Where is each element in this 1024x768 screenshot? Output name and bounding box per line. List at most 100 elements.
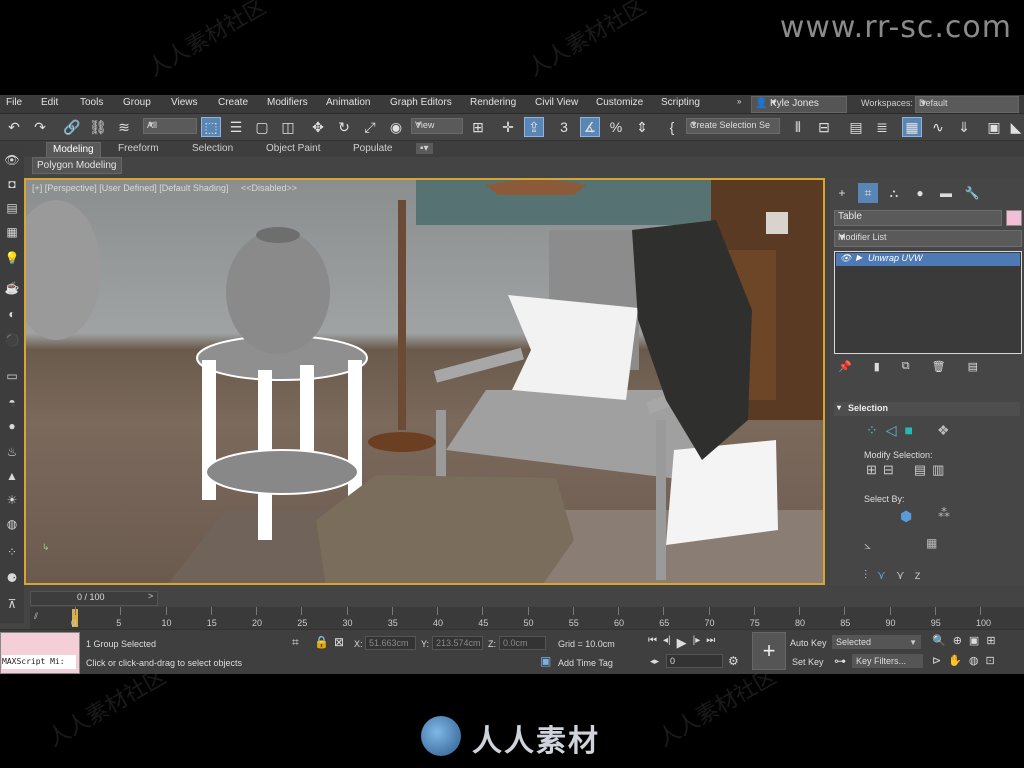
tab-freeform[interactable]: Freeform	[118, 143, 159, 154]
layer-explorer-icon[interactable]: ≣	[872, 117, 892, 137]
z-coord-field[interactable]: 0.0cm	[499, 636, 546, 650]
select-mirror-icon[interactable]: ⋎	[877, 568, 886, 583]
camera-icon[interactable]: ◘	[3, 175, 21, 193]
align-icon[interactable]: ⊟	[814, 117, 834, 137]
timeline-track[interactable]: ⫽ 0 5 10 15 20 25 30 35 40 45 50 55 60 65 70 75 80 85 90 95…	[30, 607, 1024, 629]
undo-icon[interactable]: ↶	[4, 117, 24, 137]
ribbon-toggle-icon[interactable]: ▦	[902, 117, 922, 137]
tab-object-paint[interactable]: Object Paint	[266, 143, 320, 154]
set-key-button[interactable]: Set Key	[792, 657, 824, 667]
expand-arrow-icon[interactable]: ▶	[856, 253, 862, 262]
select-object-icon[interactable]: ⬚	[201, 117, 221, 137]
utilities-tab-icon[interactable]: 🔧	[962, 183, 982, 203]
go-to-start-icon[interactable]: ⏮	[648, 635, 657, 651]
menu-group[interactable]: Group	[123, 97, 151, 108]
isolate-selection-icon[interactable]: ⌗	[292, 635, 299, 650]
go-to-end-icon[interactable]: ⏭	[706, 635, 715, 651]
percent-snap-icon[interactable]: %	[606, 117, 626, 137]
snaps-toggle-icon[interactable]: 3	[554, 117, 574, 137]
create-tab-icon[interactable]: +	[832, 183, 852, 203]
menu-civil-view[interactable]: Civil View	[535, 97, 578, 108]
select-z-icon[interactable]: z	[915, 568, 921, 583]
element-mode-icon[interactable]: ❖	[937, 422, 950, 439]
display-tab-icon[interactable]: ▬	[936, 183, 956, 203]
menu-edit[interactable]: Edit	[41, 97, 58, 108]
configure-sets-icon[interactable]: ▤	[968, 360, 978, 376]
schematic-view-icon[interactable]: ⇓	[954, 117, 974, 137]
next-key-icon[interactable]: |▸	[693, 635, 701, 651]
rotate-icon[interactable]: ↻	[334, 117, 354, 137]
teapot-primitive-icon[interactable]: ♨	[3, 443, 21, 461]
spheres-icon[interactable]: ⚫	[3, 331, 21, 349]
moon-icon[interactable]: ◐	[3, 305, 21, 323]
named-selection-dropdown[interactable]: Create Selection Se ▼	[686, 118, 780, 134]
show-end-result-icon[interactable]: ▮	[874, 360, 880, 376]
set-key-plus-icon[interactable]: +	[752, 632, 786, 670]
rect-selection-icon[interactable]: ▢	[252, 117, 272, 137]
modifier-list-dropdown[interactable]: Modifier List ▼	[834, 230, 1022, 247]
render-setup-icon[interactable]: ◣	[1006, 117, 1024, 137]
select-by-element-icon[interactable]: ⬢	[900, 508, 912, 525]
key-filter-icon[interactable]: ⊶	[834, 654, 846, 668]
menu-tools[interactable]: Tools	[80, 97, 103, 108]
menu-file[interactable]: File	[6, 97, 22, 108]
orbit-icon[interactable]: ◍	[969, 654, 979, 667]
menu-graph-editors[interactable]: Graph Editors	[390, 97, 452, 108]
pin-stack-icon[interactable]: 📌	[838, 360, 852, 376]
stack-item-unwrap-uvw[interactable]: 👁 ▶ Unwrap UVW	[836, 253, 1020, 266]
light-bulb-icon[interactable]: 💡	[3, 249, 21, 267]
menu-scripting[interactable]: Scripting	[661, 97, 700, 108]
transform-mode-icon[interactable]: ⊠	[334, 635, 344, 649]
link-icon[interactable]: 🔗	[62, 117, 82, 137]
vertex-mode-icon[interactable]: ⁘	[866, 422, 878, 439]
y-coord-field[interactable]: 213.574cm	[432, 636, 483, 650]
make-unique-icon[interactable]: ⧉	[902, 360, 910, 376]
select-by-texture-icon[interactable]: ⁂	[938, 506, 950, 520]
maxscript-input[interactable]: MAXScript Mi:	[2, 655, 76, 669]
particles-icon[interactable]: ⁘	[3, 543, 21, 561]
auto-key-button[interactable]: Auto Key	[790, 638, 827, 648]
loop-selection-icon[interactable]: ▤	[914, 462, 926, 478]
ref-coord-dropdown[interactable]: View ▼	[411, 118, 463, 134]
edge-mode-icon[interactable]: ◁	[886, 422, 897, 439]
cone-icon[interactable]: ▲	[3, 467, 21, 485]
select-by-grid-icon[interactable]: ▦	[926, 536, 937, 550]
tab-populate[interactable]: Populate	[353, 143, 392, 154]
maximize-viewport-icon[interactable]: ⊡	[986, 654, 995, 667]
ribbon-options-icon[interactable]: ▪▾	[416, 143, 433, 154]
field-of-view-icon[interactable]: ⊳	[932, 654, 941, 667]
key-mode-icon[interactable]: ◂▸	[650, 656, 659, 667]
angle-snap-icon[interactable]: ∡	[580, 117, 600, 137]
user-account-dropdown[interactable]: 👤 Kyle Jones ▼	[751, 96, 847, 113]
menu-modifiers[interactable]: Modifiers	[267, 97, 308, 108]
sun-icon[interactable]: ☀	[3, 491, 21, 509]
pan-icon[interactable]: ✋	[948, 654, 962, 667]
lock-selection-icon[interactable]: 🔒	[314, 635, 329, 649]
keyboard-shortcut-toggle-icon[interactable]: ⇪	[524, 117, 544, 137]
select-manipulate-icon[interactable]: ✛	[498, 117, 518, 137]
box-icon[interactable]: ▭	[3, 367, 21, 385]
teapot-icon[interactable]: ☕	[3, 279, 21, 297]
menu-customize[interactable]: Customize	[596, 97, 643, 108]
scale-icon[interactable]: ⤢	[360, 117, 380, 137]
spinner-snap-icon[interactable]: ⇕	[632, 117, 652, 137]
viewport-label[interactable]: [+] [Perspective] [User Defined] [Defaul…	[32, 183, 228, 193]
curve-toggle-icon[interactable]: ⫽	[34, 611, 38, 622]
select-ring-icon[interactable]: ⋎	[896, 568, 905, 583]
zoom-all-icon[interactable]: ⊕	[953, 634, 962, 647]
select-by-name-icon[interactable]: ☰	[226, 117, 246, 137]
edit-named-selection-icon[interactable]: {	[662, 117, 682, 137]
ring-selection-icon[interactable]: ▥	[932, 462, 944, 478]
remove-modifier-icon[interactable]: 🗑	[932, 360, 946, 376]
next-frame-icon[interactable]: >	[148, 591, 153, 601]
redo-icon[interactable]: ↷	[30, 117, 50, 137]
mirror-icon[interactable]: ⫴	[788, 117, 808, 137]
scene-explorer-icon[interactable]: ▤	[846, 117, 866, 137]
x-coord-field[interactable]: 51.663cm	[365, 636, 416, 650]
hierarchy-tab-icon[interactable]: ⛬	[884, 183, 904, 203]
prev-key-icon[interactable]: ◂|	[663, 635, 671, 651]
zoom-icon[interactable]: 🔍	[932, 634, 946, 647]
time-slider[interactable]: 0 / 100	[30, 591, 158, 606]
tab-modeling[interactable]: Modeling	[46, 142, 101, 158]
motion-tab-icon[interactable]: ●	[910, 183, 930, 203]
